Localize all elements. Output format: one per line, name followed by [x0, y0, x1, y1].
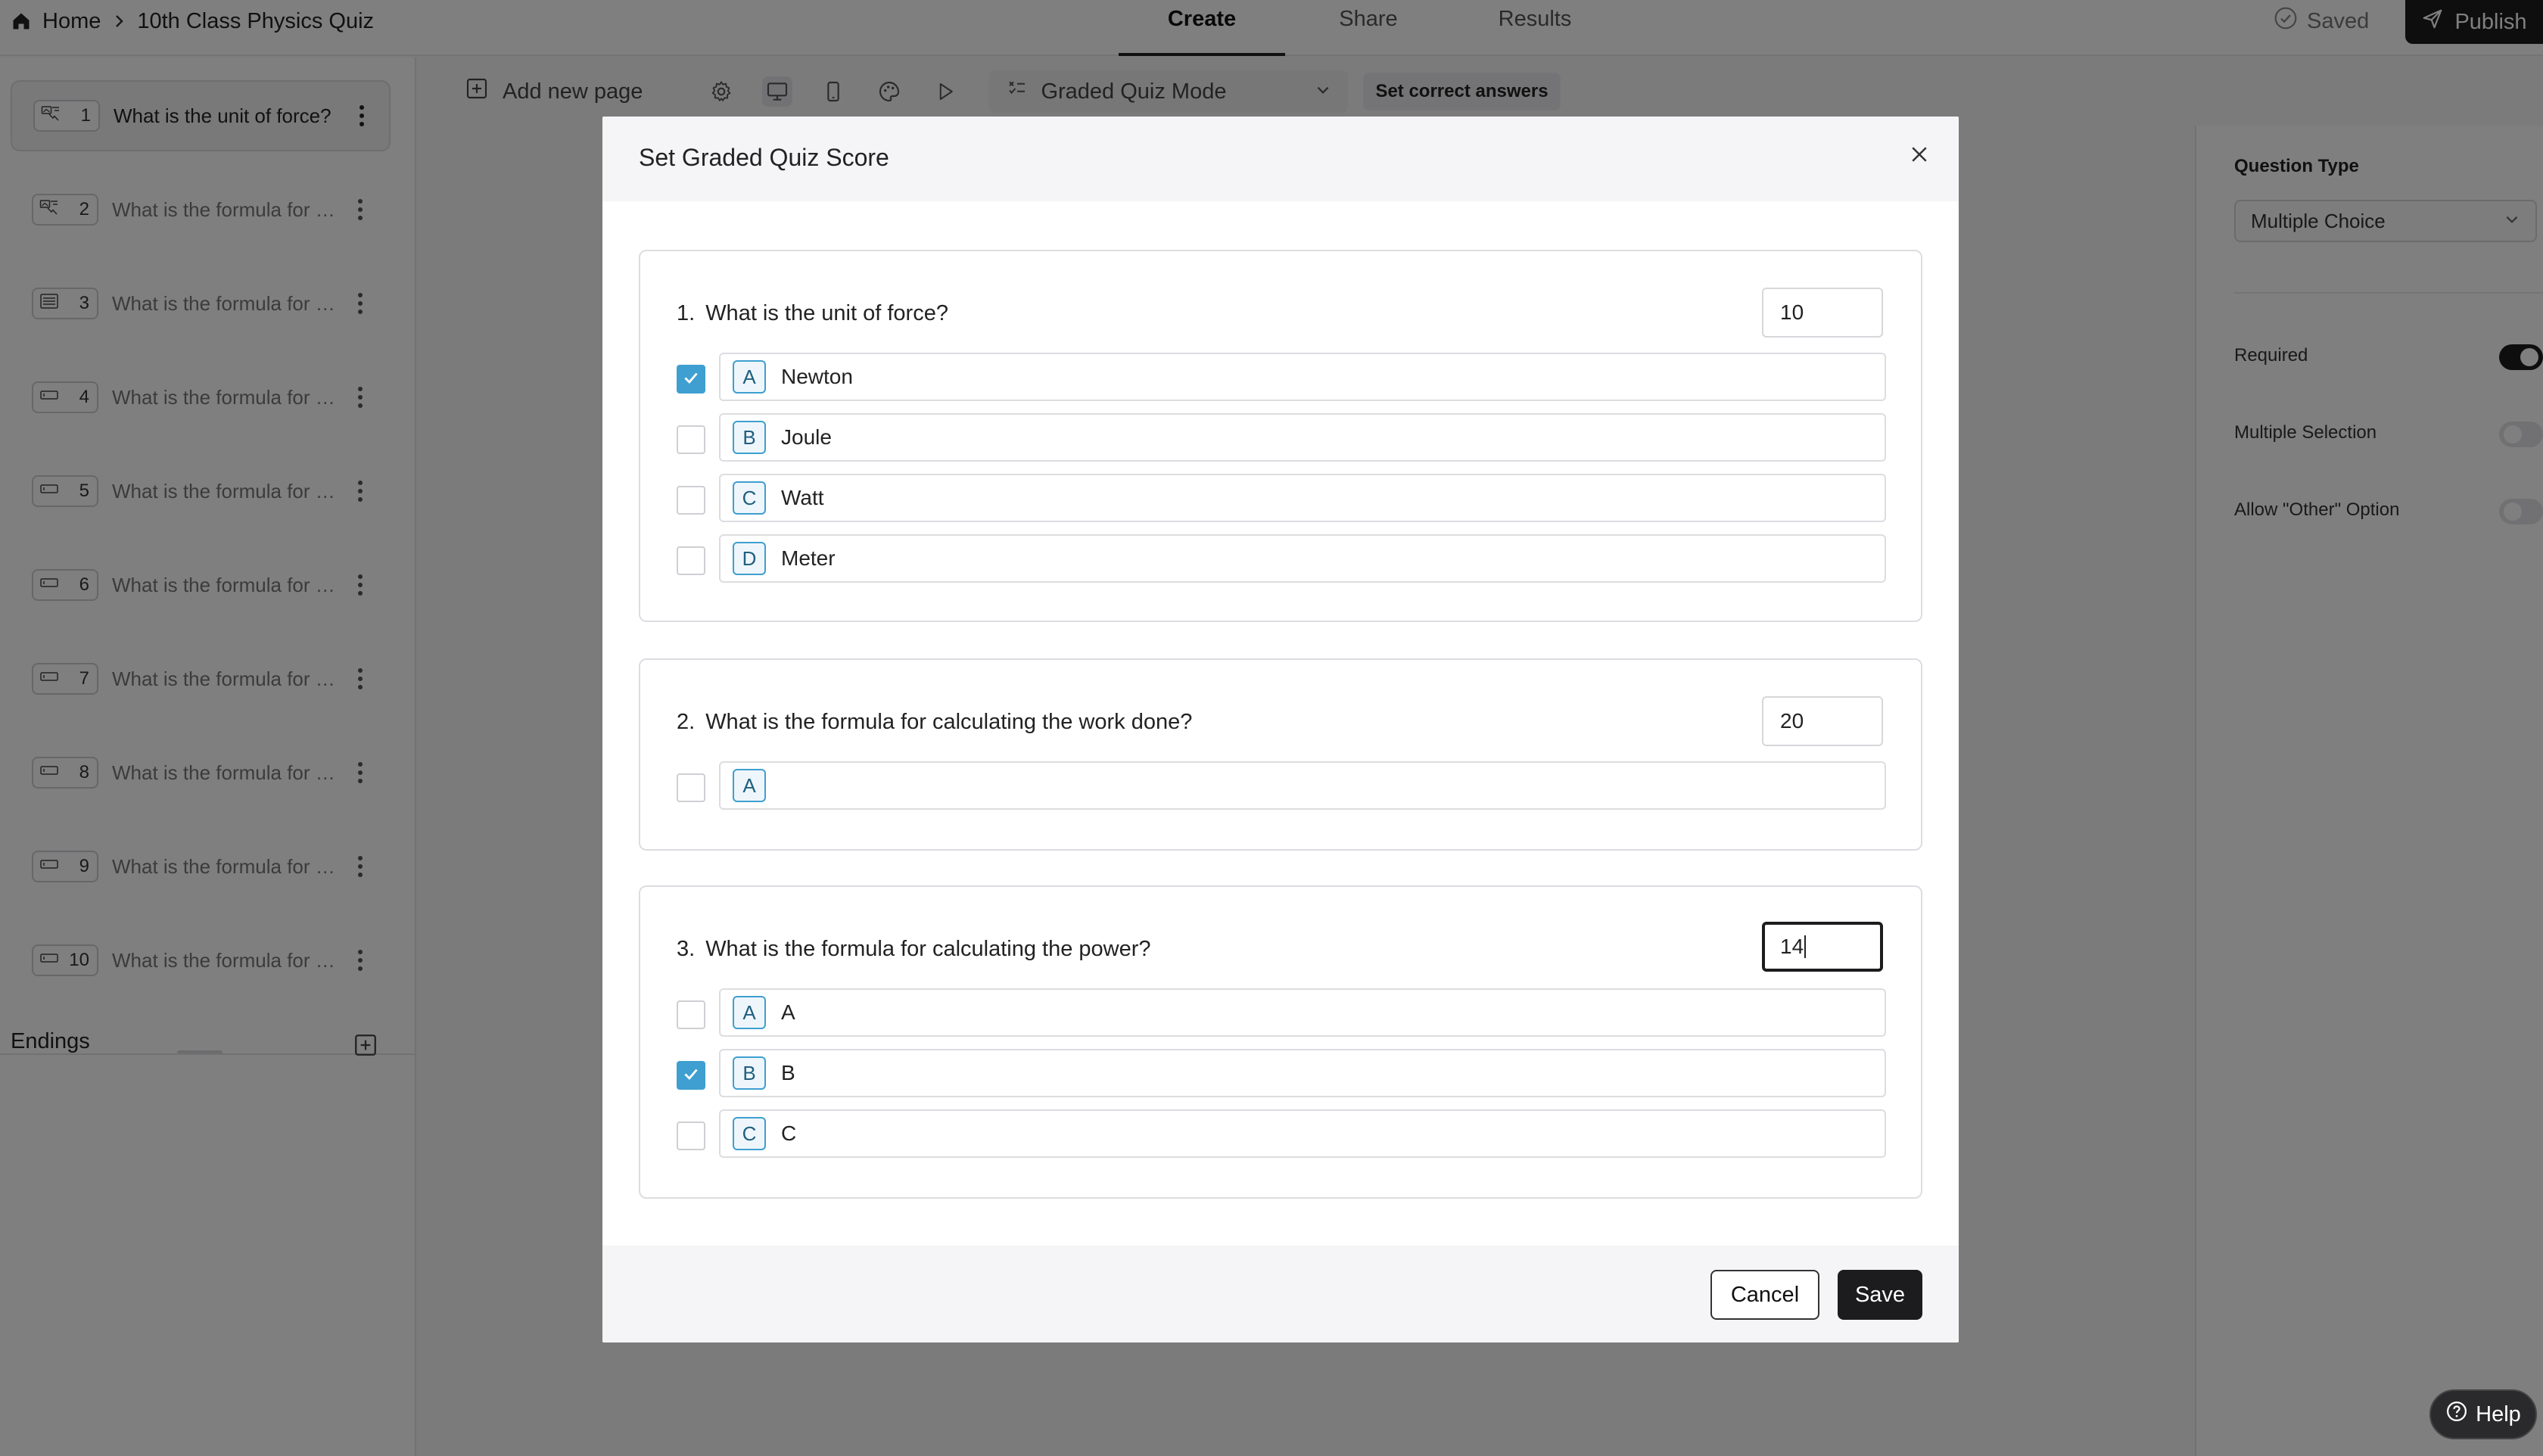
text-caret: [1804, 935, 1807, 958]
question-text: What is the formula for calculating the …: [705, 937, 1151, 961]
correct-answer-checkbox[interactable]: [677, 365, 705, 394]
question-number: 3.: [677, 937, 696, 961]
question-number: 1.: [677, 301, 696, 325]
option-letter: B: [733, 1056, 766, 1090]
score-input[interactable]: 20: [1762, 696, 1883, 746]
question-text: What is the formula for calculating the …: [705, 710, 1193, 734]
question-title: 2. What is the formula for calculating th…: [677, 710, 1192, 735]
option-field: A: [719, 761, 1886, 810]
option-field: BB: [719, 1049, 1886, 1097]
score-value: 20: [1780, 709, 1804, 733]
option-text: B: [781, 1061, 795, 1084]
score-input[interactable]: 14: [1762, 922, 1883, 972]
answer-option: AA: [677, 988, 1886, 1037]
score-input[interactable]: 10: [1762, 288, 1883, 338]
question-score-card: 1. What is the unit of force? 10 A Newton B Jo…: [639, 250, 1922, 622]
option-field: D Meter: [719, 534, 1886, 583]
check-icon: [681, 1064, 701, 1087]
correct-answer-checkbox[interactable]: [677, 1061, 705, 1090]
question-title: 3. What is the formula for calculating th…: [677, 937, 1151, 962]
answer-option: BB: [677, 1049, 1886, 1097]
help-button[interactable]: Help: [2429, 1389, 2537, 1439]
correct-answer-checkbox[interactable]: [677, 773, 705, 802]
answer-option: A: [677, 761, 1886, 810]
option-text: A: [781, 1000, 795, 1024]
close-icon[interactable]: [1904, 139, 1934, 170]
correct-answer-checkbox[interactable]: [677, 546, 705, 575]
correct-answer-checkbox[interactable]: [677, 1122, 705, 1150]
help-circle-icon: [2445, 1400, 2468, 1429]
option-letter: A: [733, 360, 766, 394]
correct-answer-checkbox[interactable]: [677, 1000, 705, 1029]
option-text: Watt: [781, 486, 824, 509]
option-text: C: [781, 1122, 797, 1145]
cancel-button[interactable]: Cancel: [1710, 1270, 1819, 1320]
question-score-card: 3. What is the formula for calculating th…: [639, 885, 1922, 1199]
save-button[interactable]: Save: [1838, 1270, 1922, 1320]
option-letter: C: [733, 481, 766, 515]
correct-answer-checkbox[interactable]: [677, 486, 705, 515]
question-text: What is the unit of force?: [705, 301, 948, 325]
score-value: 10: [1780, 300, 1804, 324]
answer-option: C Watt: [677, 474, 1886, 522]
option-text: Meter: [781, 546, 836, 570]
option-field: AA: [719, 988, 1886, 1037]
option-letter: B: [733, 421, 766, 454]
modal-title: Set Graded Quiz Score: [639, 144, 889, 171]
option-field: B Joule: [719, 413, 1886, 462]
option-letter: A: [733, 996, 766, 1029]
graded-quiz-score-modal: Set Graded Quiz Score 1. What is the unit…: [602, 117, 1959, 1342]
help-label: Help: [2476, 1402, 2521, 1426]
question-score-card: 2. What is the formula for calculating th…: [639, 658, 1922, 851]
option-letter: C: [733, 1117, 766, 1150]
answer-option: CC: [677, 1109, 1886, 1158]
question-number: 2.: [677, 710, 696, 734]
score-value: 14: [1780, 935, 1804, 958]
answer-option: A Newton: [677, 353, 1886, 401]
option-letter: A: [733, 769, 766, 802]
check-icon: [681, 368, 701, 391]
modal-header: Set Graded Quiz Score: [602, 117, 1959, 201]
option-field: A Newton: [719, 353, 1886, 401]
option-field: C Watt: [719, 474, 1886, 522]
answer-option: B Joule: [677, 413, 1886, 462]
option-letter: D: [733, 542, 766, 575]
question-title: 1. What is the unit of force?: [677, 301, 948, 326]
correct-answer-checkbox[interactable]: [677, 425, 705, 454]
option-text: Joule: [781, 425, 832, 449]
answer-option: D Meter: [677, 534, 1886, 583]
option-field: CC: [719, 1109, 1886, 1158]
option-text: Newton: [781, 365, 853, 388]
